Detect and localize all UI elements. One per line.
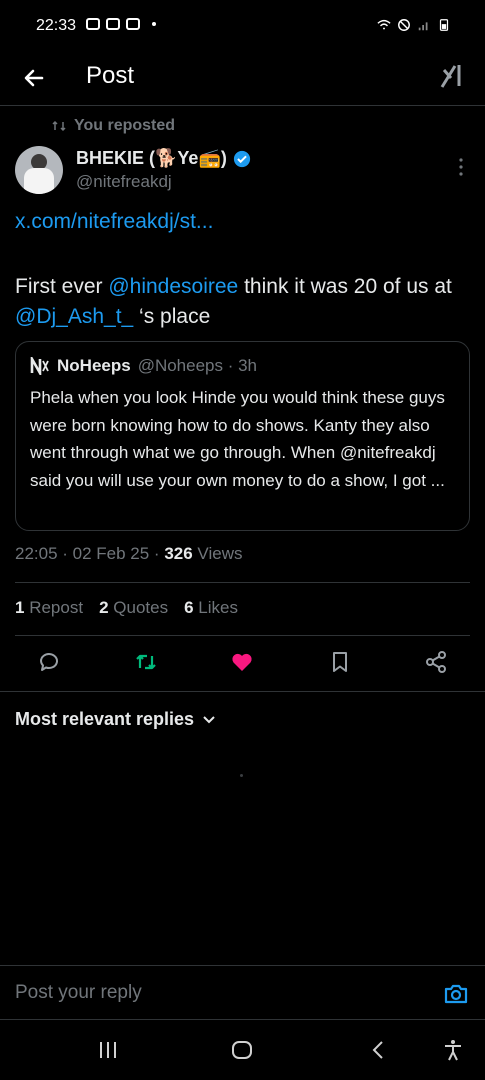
do-not-disturb-icon xyxy=(398,19,410,31)
likes-stat[interactable]: 6 Likes xyxy=(184,598,238,618)
mention-link[interactable]: @Dj_Ash_t_ xyxy=(15,305,133,328)
author-name[interactable]: BHEKIE (🐕Ye📻) xyxy=(76,148,251,169)
bookmark-icon[interactable] xyxy=(328,650,352,674)
post-timestamp: 22:05 · 02 Feb 25 · 326 Views xyxy=(15,544,242,564)
share-icon[interactable] xyxy=(424,650,448,674)
repost-icon xyxy=(52,120,66,132)
mention-link[interactable]: @hindesoiree xyxy=(108,275,238,298)
like-icon[interactable] xyxy=(230,650,254,674)
reply-input[interactable] xyxy=(15,982,415,1004)
messaging-icon xyxy=(106,18,120,30)
loading-indicator xyxy=(240,774,243,777)
likes-label: Likes xyxy=(198,598,238,617)
reposts-label: Repost xyxy=(29,598,84,617)
action-bar xyxy=(0,648,485,678)
more-options-icon[interactable] xyxy=(459,158,463,176)
page-title: Post xyxy=(86,62,135,89)
divider xyxy=(15,635,470,636)
quoted-author-name: NoHeeps xyxy=(57,356,131,375)
reposts-stat[interactable]: 1 Repost xyxy=(15,598,83,618)
youtube-icon xyxy=(86,18,100,30)
back-icon[interactable] xyxy=(367,1038,391,1062)
tweet-link[interactable]: x.com/nitefreakdj/st... xyxy=(15,210,213,234)
tweet-text-part: think it was 20 of us at xyxy=(238,275,452,298)
verified-badge-icon xyxy=(233,150,250,167)
status-bar: 22:33 xyxy=(0,0,485,52)
status-time: 22:33 xyxy=(36,17,77,34)
system-icons xyxy=(377,18,451,32)
quoted-author-meta: @Noheeps · 3h xyxy=(137,356,258,375)
tweet-text-part: ‘s place xyxy=(133,305,211,328)
signal-icon xyxy=(418,22,428,31)
divider xyxy=(15,582,470,583)
back-arrow-icon[interactable] xyxy=(20,64,48,92)
quoted-post-text: Phela when you look Hinde you would thin… xyxy=(30,388,445,490)
battery-icon xyxy=(439,19,449,31)
views-count: 326 xyxy=(164,544,193,563)
divider xyxy=(0,691,485,692)
quotes-stat[interactable]: 2 Quotes xyxy=(99,598,168,618)
quotes-label: Quotes xyxy=(113,598,169,617)
repost-indicator: You reposted xyxy=(52,117,175,135)
top-app-bar: Post xyxy=(0,52,485,106)
chevron-down-icon xyxy=(203,715,215,723)
home-icon[interactable] xyxy=(230,1038,254,1062)
quoted-post-header: NoHeeps @Noheeps · 3h xyxy=(30,356,257,376)
reposts-count: 1 xyxy=(15,598,25,617)
author-display-name: BHEKIE (🐕Ye📻) xyxy=(76,148,227,168)
snapchat-icon xyxy=(126,18,140,30)
author-handle[interactable]: @nitefreakdj xyxy=(76,172,172,192)
wifi-icon xyxy=(377,19,391,30)
tweet-text-part: First ever xyxy=(15,275,109,298)
quotes-count: 2 xyxy=(99,598,109,617)
quoted-post[interactable]: NoHeeps @Noheeps · 3h Phela when you loo… xyxy=(15,341,470,531)
reply-icon[interactable] xyxy=(37,650,61,674)
likes-count: 6 xyxy=(184,598,194,617)
camera-icon[interactable] xyxy=(443,982,469,1006)
tweet-text: First ever @hindesoiree think it was 20 … xyxy=(15,272,475,332)
views-label: Views xyxy=(192,544,243,563)
replies-sort-label: Most relevant replies xyxy=(15,709,195,729)
avatar[interactable] xyxy=(15,146,63,194)
engagement-stats: 1 Repost 2 Quotes 6 Likes xyxy=(15,598,238,618)
more-notifications-icon xyxy=(152,22,156,26)
accessibility-icon[interactable] xyxy=(441,1038,465,1062)
grok-icon[interactable] xyxy=(439,60,467,90)
repost-action-icon[interactable] xyxy=(134,650,158,674)
timestamp-text: 22:05 · 02 Feb 25 · xyxy=(15,544,165,563)
recent-apps-icon[interactable] xyxy=(96,1038,120,1062)
repost-label: You reposted xyxy=(74,117,176,134)
reply-composer xyxy=(0,965,485,1020)
noheeps-avatar-icon xyxy=(30,357,49,375)
system-navigation-bar xyxy=(0,1020,485,1080)
notification-icons xyxy=(86,18,156,30)
replies-sort-dropdown[interactable]: Most relevant replies xyxy=(15,709,216,730)
